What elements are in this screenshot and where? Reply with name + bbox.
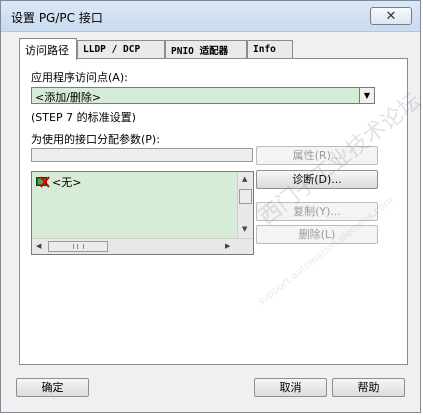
interface-list[interactable]: <无> ▲ ▼ ◀ ▶ xyxy=(31,171,254,255)
close-icon: ✕ xyxy=(385,8,397,24)
scroll-up-icon[interactable]: ▲ xyxy=(242,175,247,183)
grip-icon xyxy=(72,244,84,249)
close-button[interactable]: ✕ xyxy=(370,7,412,25)
window-title: 设置 PG/PC 接口 xyxy=(11,11,103,25)
list-item-label: <无> xyxy=(52,176,82,189)
interface-param-field[interactable] xyxy=(31,148,253,162)
cancel-button[interactable]: 取消 xyxy=(254,378,327,397)
access-point-note: (STEP 7 的标准设置) xyxy=(31,111,136,124)
title-bar: 设置 PG/PC 接口 ✕ xyxy=(1,1,420,32)
tab-label: PNIO 适配器 xyxy=(171,46,229,57)
tab-panel: 应用程序访问点(A): <添加/删除> ▼ (STEP 7 的标准设置) 为使用… xyxy=(19,58,408,365)
tab-label: LLDP / DCP xyxy=(83,44,141,55)
diagnostics-button[interactable]: 诊断(D)... xyxy=(256,170,378,189)
tab-access-path[interactable]: 访问路径 xyxy=(19,38,77,60)
list-item[interactable]: <无> xyxy=(36,175,81,189)
dialog-window: 设置 PG/PC 接口 ✕ 访问路径 LLDP / DCP PNIO 适配器 I… xyxy=(0,0,423,413)
tab-label: 访问路径 xyxy=(25,44,69,57)
properties-button[interactable]: 属性(R)... xyxy=(256,146,378,165)
scroll-right-icon[interactable]: ▶ xyxy=(225,242,230,250)
tab-lldp-dcp[interactable]: LLDP / DCP xyxy=(77,40,165,58)
tab-info[interactable]: Info xyxy=(247,40,293,58)
help-button[interactable]: 帮助 xyxy=(332,378,405,397)
dropdown-arrow-icon[interactable]: ▼ xyxy=(359,88,374,103)
param-label: 为使用的接口分配参数(P): xyxy=(31,133,160,146)
access-point-label: 应用程序访问点(A): xyxy=(31,71,128,84)
tab-label: Info xyxy=(253,44,276,55)
ok-button[interactable]: 确定 xyxy=(16,378,89,397)
access-point-value: <添加/删除> xyxy=(35,91,102,104)
access-point-dropdown[interactable]: <添加/删除> ▼ xyxy=(31,87,375,104)
tab-pnio-adapter[interactable]: PNIO 适配器 xyxy=(165,40,247,58)
no-interface-icon xyxy=(36,176,50,188)
horizontal-scrollbar[interactable]: ◀ ▶ xyxy=(32,238,253,254)
tab-strip: 访问路径 LLDP / DCP PNIO 适配器 Info xyxy=(19,38,409,60)
vertical-scroll-thumb[interactable] xyxy=(239,189,252,204)
vertical-scrollbar[interactable]: ▲ ▼ xyxy=(237,172,253,238)
copy-button[interactable]: 复制(Y)... xyxy=(256,202,378,221)
scroll-left-icon[interactable]: ◀ xyxy=(36,242,41,250)
delete-button[interactable]: 删除(L) xyxy=(256,225,378,244)
horizontal-scroll-thumb[interactable] xyxy=(48,241,108,252)
scroll-down-icon[interactable]: ▼ xyxy=(242,225,247,233)
